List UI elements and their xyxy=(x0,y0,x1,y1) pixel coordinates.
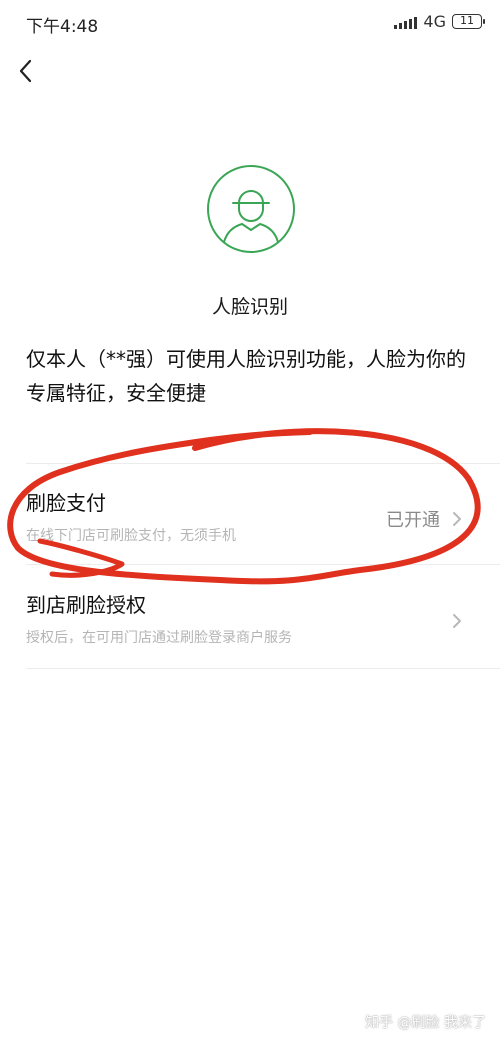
chevron-right-icon xyxy=(453,614,461,628)
network-label: 4G xyxy=(423,12,446,31)
chevron-right-icon xyxy=(453,512,461,526)
status-time: 下午4:48 xyxy=(26,17,99,37)
item-title: 刷脸支付 xyxy=(26,491,106,515)
status-badge: 已开通 xyxy=(386,510,440,531)
divider xyxy=(26,668,500,669)
status-bar: 下午4:48 4G 11 xyxy=(0,0,500,44)
watermark: 知乎 @刷脸 我来了 xyxy=(365,1015,486,1031)
feature-description: 仅本人（**强）可使用人脸识别功能，人脸为你的专属特征，安全便捷 xyxy=(26,347,466,405)
item-subtitle: 在线下门店可刷脸支付，无须手机 xyxy=(26,528,236,544)
store-face-auth-item[interactable]: 到店刷脸授权 授权后，在可用门店通过刷脸登录商户服务 xyxy=(0,567,500,667)
face-avatar-icon xyxy=(206,164,296,254)
item-title: 到店刷脸授权 xyxy=(26,593,146,617)
back-button[interactable] xyxy=(12,56,42,86)
battery-icon: 11 xyxy=(452,14,485,29)
face-payment-item[interactable]: 刷脸支付 在线下门店可刷脸支付，无须手机 已开通 xyxy=(0,465,500,565)
status-indicators: 4G 11 xyxy=(394,12,485,31)
item-subtitle: 授权后，在可用门店通过刷脸登录商户服务 xyxy=(26,630,292,646)
chevron-left-icon xyxy=(19,59,32,83)
divider xyxy=(26,463,500,464)
signal-icon xyxy=(394,15,418,29)
feature-title: 人脸识别 xyxy=(211,296,288,318)
